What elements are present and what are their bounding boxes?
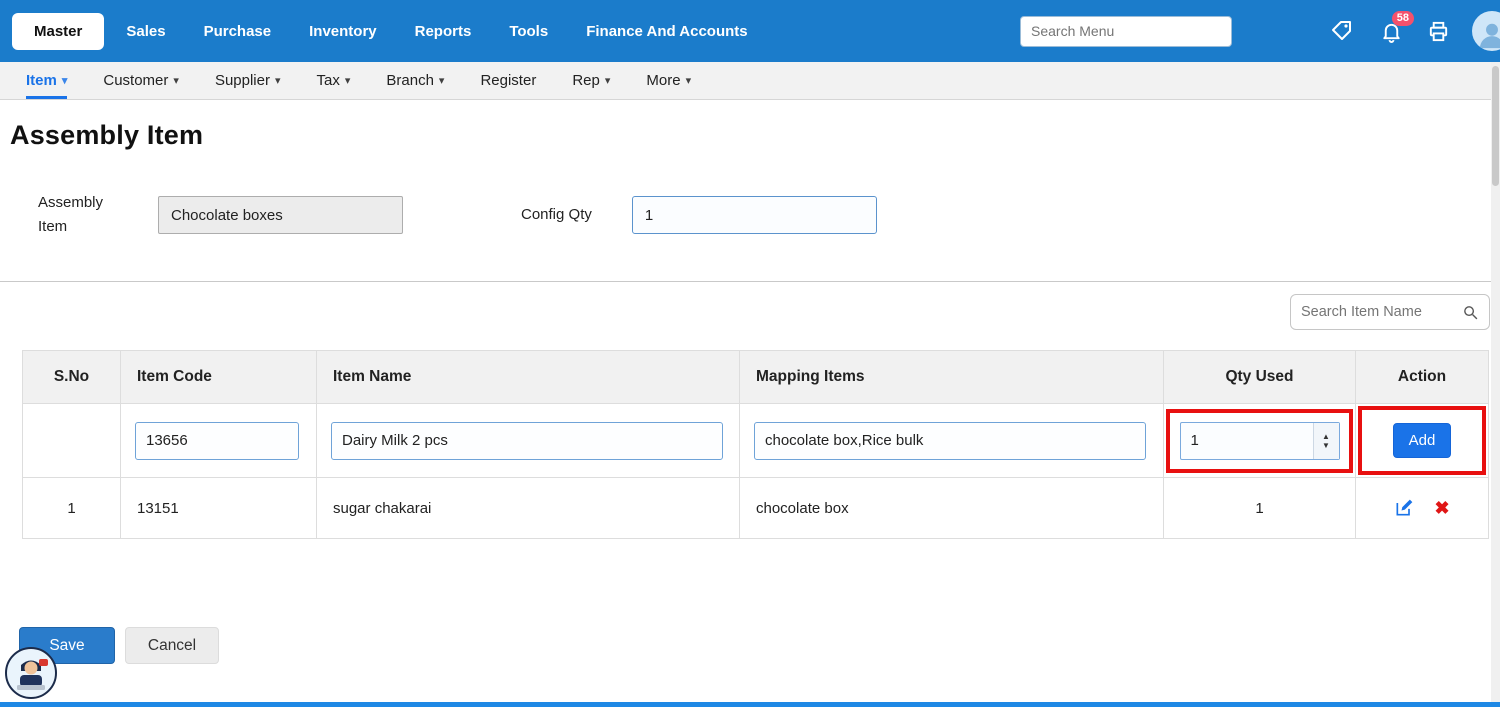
nav-item-sales[interactable]: Sales xyxy=(126,23,165,40)
user-avatar[interactable] xyxy=(1472,11,1500,51)
col-header-item-name: Item Name xyxy=(317,351,740,404)
col-header-item-code: Item Code xyxy=(121,351,317,404)
qty-spinner[interactable]: ▲ ▼ xyxy=(1313,423,1339,459)
printer-icon[interactable] xyxy=(1427,20,1450,43)
chevron-down-icon: ▾ xyxy=(173,74,179,87)
qty-used-input[interactable] xyxy=(1181,423,1313,459)
row-sno: 1 xyxy=(23,478,121,539)
page-title: Assembly Item xyxy=(0,100,1500,151)
subnav-item-register[interactable]: Register xyxy=(480,62,536,99)
col-header-action: Action xyxy=(1356,351,1489,404)
chevron-down-icon: ▾ xyxy=(605,74,611,87)
qty-used-stepper: ▲ ▼ xyxy=(1180,422,1340,460)
top-navbar: Master Sales Purchase Inventory Reports … xyxy=(0,0,1500,62)
subnav-item-label: Rep xyxy=(572,72,600,89)
assembly-items-table: S.No Item Code Item Name Mapping Items Q… xyxy=(22,350,1489,539)
edit-icon[interactable] xyxy=(1394,498,1414,518)
top-nav-items: Sales Purchase Inventory Reports Tools F… xyxy=(126,23,747,40)
subnav-item-branch[interactable]: Branch ▾ xyxy=(386,62,444,99)
search-item-box xyxy=(1290,294,1490,330)
chevron-down-icon: ▾ xyxy=(345,74,351,87)
scrollbar-thumb[interactable] xyxy=(1492,66,1499,186)
spinner-up-icon[interactable]: ▲ xyxy=(1322,432,1330,441)
chevron-down-icon: ▾ xyxy=(439,74,445,87)
row-item-name: sugar chakarai xyxy=(317,478,740,539)
subnav-item-label: Supplier xyxy=(215,72,270,89)
sno-empty-cell xyxy=(23,404,121,478)
item-code-input[interactable] xyxy=(135,422,299,460)
assembly-item-field[interactable] xyxy=(158,196,403,234)
search-icon[interactable] xyxy=(1462,304,1479,321)
subnav-item-label: Item xyxy=(26,72,57,89)
nav-item-master[interactable]: Master xyxy=(12,13,104,50)
add-button[interactable]: Add xyxy=(1393,423,1452,458)
assembly-item-label: Assembly Item xyxy=(38,191,130,239)
subnav-item-label: Customer xyxy=(103,72,168,89)
nav-item-purchase[interactable]: Purchase xyxy=(204,23,272,40)
subnav-item-label: Branch xyxy=(386,72,434,89)
col-header-mapping-items: Mapping Items xyxy=(740,351,1164,404)
mapping-items-input[interactable] xyxy=(754,422,1146,460)
search-item-input[interactable] xyxy=(1301,304,1462,320)
chevron-down-icon: ▾ xyxy=(275,74,281,87)
config-qty-field[interactable] xyxy=(632,196,877,234)
nav-item-reports[interactable]: Reports xyxy=(415,23,472,40)
subnav-item-rep[interactable]: Rep ▾ xyxy=(572,62,610,99)
subnav-item-customer[interactable]: Customer ▾ xyxy=(103,62,179,99)
footer-actions: Save Cancel xyxy=(19,627,1500,664)
assembly-form: Assembly Item Config Qty xyxy=(38,191,1500,239)
spinner-down-icon[interactable]: ▼ xyxy=(1322,441,1330,450)
vertical-scrollbar[interactable] xyxy=(1491,62,1500,702)
nav-item-tools[interactable]: Tools xyxy=(509,23,548,40)
item-name-input[interactable] xyxy=(331,422,723,460)
subnav-item-more[interactable]: More ▾ xyxy=(646,62,691,99)
nav-item-finance-and-accounts[interactable]: Finance And Accounts xyxy=(586,23,747,40)
subnav-item-label: Register xyxy=(480,72,536,89)
add-button-highlight-box: Add xyxy=(1358,406,1486,475)
sub-navbar: Item ▾ Customer ▾ Supplier ▾ Tax ▾ Branc… xyxy=(0,62,1500,100)
subnav-item-tax[interactable]: Tax ▾ xyxy=(317,62,351,99)
tags-icon[interactable] xyxy=(1330,19,1354,43)
row-qty-used: 1 xyxy=(1164,478,1356,539)
subnav-item-item[interactable]: Item ▾ xyxy=(26,62,67,99)
row-actions: ✖ xyxy=(1372,498,1472,518)
row-item-code: 13151 xyxy=(121,478,317,539)
bottom-accent-strip xyxy=(0,702,1500,707)
table-row: 1 13151 sugar chakarai chocolate box 1 ✖ xyxy=(23,478,1489,539)
chevron-down-icon: ▾ xyxy=(62,74,68,87)
row-mapping-items: chocolate box xyxy=(740,478,1164,539)
section-divider xyxy=(0,281,1500,282)
subnav-item-label: More xyxy=(646,72,680,89)
topbar-right: 58 xyxy=(1020,11,1500,51)
subnav-item-supplier[interactable]: Supplier ▾ xyxy=(215,62,281,99)
notifications-bell-icon[interactable]: 58 xyxy=(1380,20,1403,43)
support-chat-widget[interactable] xyxy=(5,647,57,699)
col-header-sno: S.No xyxy=(23,351,121,404)
chevron-down-icon: ▾ xyxy=(686,74,692,87)
config-qty-label: Config Qty xyxy=(521,203,592,227)
search-menu-input[interactable] xyxy=(1020,16,1232,47)
search-item-row xyxy=(0,294,1490,330)
subnav-item-label: Tax xyxy=(317,72,340,89)
entry-input-row: ▲ ▼ Add xyxy=(23,404,1489,478)
table-header-row: S.No Item Code Item Name Mapping Items Q… xyxy=(23,351,1489,404)
delete-icon[interactable]: ✖ xyxy=(1434,499,1449,517)
notification-badge: 58 xyxy=(1392,11,1414,26)
cancel-button[interactable]: Cancel xyxy=(125,627,219,664)
qty-used-highlight-box: ▲ ▼ xyxy=(1166,409,1353,473)
nav-item-inventory[interactable]: Inventory xyxy=(309,23,377,40)
col-header-qty-used: Qty Used xyxy=(1164,351,1356,404)
